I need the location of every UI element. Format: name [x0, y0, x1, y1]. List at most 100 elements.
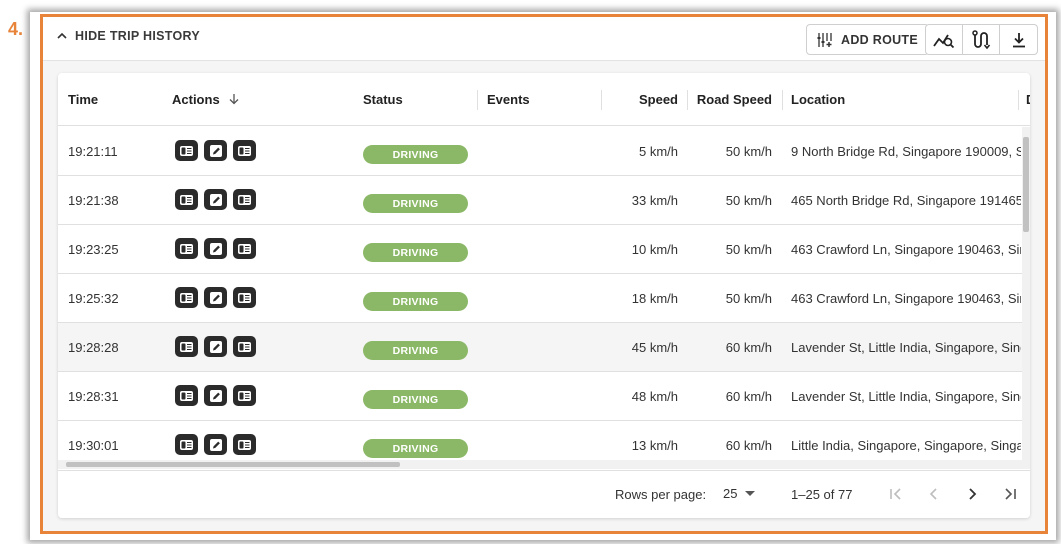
hide-trip-history-toggle[interactable]: HIDE TRIP HISTORY: [57, 29, 200, 43]
row-actions: [175, 287, 256, 308]
rows-per-page-value: 25: [723, 486, 738, 501]
list-card-icon[interactable]: [175, 434, 198, 455]
list-card-icon[interactable]: [175, 336, 198, 357]
arrow-down-icon[interactable]: [228, 93, 240, 105]
list-card-icon[interactable]: [175, 238, 198, 259]
chevron-up-icon: [57, 32, 67, 39]
row-time: 19:21:38: [68, 193, 119, 208]
row-time: 19:28:31: [68, 389, 119, 404]
horizontal-scrollbar[interactable]: [58, 460, 1030, 469]
column-header-location[interactable]: Location: [791, 92, 845, 107]
row-time: 19:23:25: [68, 242, 119, 257]
list-card-icon[interactable]: [233, 238, 256, 259]
vertical-scrollbar[interactable]: [1022, 127, 1030, 460]
list-card-icon[interactable]: [233, 336, 256, 357]
column-divider[interactable]: [782, 90, 783, 110]
chevron-left-icon: [929, 488, 937, 500]
edit-card-icon[interactable]: [204, 336, 227, 357]
list-card-icon[interactable]: [233, 287, 256, 308]
list-card-icon[interactable]: [175, 287, 198, 308]
column-divider[interactable]: [477, 90, 478, 110]
rows-per-page-label: Rows per page:: [615, 487, 707, 502]
row-speed: 33 km/h: [631, 193, 678, 208]
chevron-right-icon: [969, 488, 977, 500]
column-header-road-speed[interactable]: Road Speed: [688, 92, 772, 107]
edit-card-icon[interactable]: [204, 434, 227, 455]
route-path-button[interactable]: [963, 25, 1000, 54]
row-time: 19:28:28: [68, 340, 119, 355]
edit-card-icon[interactable]: [204, 140, 227, 161]
status-badge: DRIVING: [363, 243, 468, 262]
download-button[interactable]: [1000, 25, 1037, 54]
chart-search-button[interactable]: [926, 25, 963, 54]
edit-card-icon[interactable]: [204, 189, 227, 210]
table-body: 19:21:11 DRIVING 5 km/h 50 km/h 9 North Brid…: [58, 127, 1024, 460]
status-badge: DRIVING: [363, 341, 468, 360]
trip-history-table-card: Time Actions Status Events Speed Road Sp…: [58, 73, 1030, 518]
step-number: 4.: [8, 19, 24, 39]
list-card-icon[interactable]: [233, 434, 256, 455]
status-badge: DRIVING: [363, 439, 468, 458]
table-row[interactable]: 19:28:28 DRIVING 45 km/h 60 km/h Lavender St…: [58, 323, 1024, 372]
edit-card-icon[interactable]: [204, 238, 227, 259]
row-speed: 48 km/h: [631, 389, 678, 404]
column-header-actions-label: Actions: [172, 92, 220, 107]
row-road-speed: 50 km/h: [725, 193, 772, 208]
column-header-status[interactable]: Status: [363, 92, 403, 107]
next-page-button[interactable]: [961, 483, 983, 505]
edit-card-icon[interactable]: [204, 385, 227, 406]
list-card-icon[interactable]: [175, 189, 198, 210]
list-card-icon[interactable]: [233, 140, 256, 161]
row-road-speed: 50 km/h: [725, 291, 772, 306]
status-badge: DRIVING: [363, 292, 468, 311]
status-badge: DRIVING: [363, 390, 468, 409]
table-row[interactable]: 19:23:25 DRIVING 10 km/h 50 km/h 463 Crawfor…: [58, 225, 1024, 274]
list-card-icon[interactable]: [233, 385, 256, 406]
add-route-button[interactable]: ADD ROUTE: [806, 24, 930, 55]
previous-page-button[interactable]: [923, 483, 945, 505]
table-header: Time Actions Status Events Speed Road Sp…: [58, 73, 1030, 126]
table-row[interactable]: 19:28:31 DRIVING 48 km/h 60 km/h Lavender St…: [58, 372, 1024, 421]
row-time: 19:30:01: [68, 438, 119, 453]
vertical-scroll-thumb[interactable]: [1023, 137, 1029, 232]
chart-search-icon: [933, 34, 955, 48]
route-sliders-icon: [817, 32, 832, 47]
map-tools-group: [925, 24, 1038, 55]
edit-card-icon[interactable]: [204, 287, 227, 308]
row-time: 19:21:11: [68, 144, 118, 159]
table-row[interactable]: 19:25:32 DRIVING 18 km/h 50 km/h 463 Crawfor…: [58, 274, 1024, 323]
column-divider[interactable]: [1018, 90, 1019, 110]
table-row[interactable]: 19:21:38 DRIVING 33 km/h 50 km/h 465 North B…: [58, 176, 1024, 225]
last-page-icon: [1005, 488, 1016, 500]
list-card-icon[interactable]: [175, 385, 198, 406]
row-road-speed: 60 km/h: [725, 389, 772, 404]
row-road-speed: 50 km/h: [725, 144, 772, 159]
list-card-icon[interactable]: [175, 140, 198, 161]
first-page-button[interactable]: [885, 483, 907, 505]
column-header-speed[interactable]: Speed: [598, 92, 678, 107]
table-pagination: Rows per page: 25 1–25 of 77: [58, 470, 1030, 518]
rows-per-page-select[interactable]: 25: [723, 486, 756, 501]
column-header-next-partial[interactable]: D: [1026, 92, 1030, 107]
download-icon: [1012, 32, 1025, 47]
row-location: Little India, Singapore, Singapore, Sing…: [791, 438, 1021, 453]
last-page-button[interactable]: [999, 483, 1021, 505]
pagination-range: 1–25 of 77: [791, 487, 853, 502]
caret-down-icon: [745, 490, 756, 496]
column-header-actions[interactable]: Actions: [172, 92, 240, 107]
column-header-time[interactable]: Time: [68, 92, 98, 107]
row-actions: [175, 238, 256, 259]
trip-history-panel: HIDE TRIP HISTORY ADD ROUTE Time Actions…: [40, 14, 1048, 534]
table-row[interactable]: 19:30:01 DRIVING 13 km/h 60 km/h Little Indi…: [58, 421, 1024, 460]
row-speed: 5 km/h: [638, 144, 678, 159]
table-row[interactable]: 19:21:11 DRIVING 5 km/h 50 km/h 9 North Brid…: [58, 127, 1024, 176]
list-card-icon[interactable]: [233, 189, 256, 210]
status-badge: DRIVING: [363, 194, 468, 213]
row-actions: [175, 189, 256, 210]
row-location: 463 Crawford Ln, Singapore 190463, Singa…: [791, 242, 1021, 257]
row-location: 465 North Bridge Rd, Singapore 191465, S…: [791, 193, 1021, 208]
column-header-events[interactable]: Events: [487, 92, 530, 107]
row-actions: [175, 434, 256, 455]
row-actions: [175, 140, 256, 161]
horizontal-scroll-thumb[interactable]: [66, 462, 400, 467]
